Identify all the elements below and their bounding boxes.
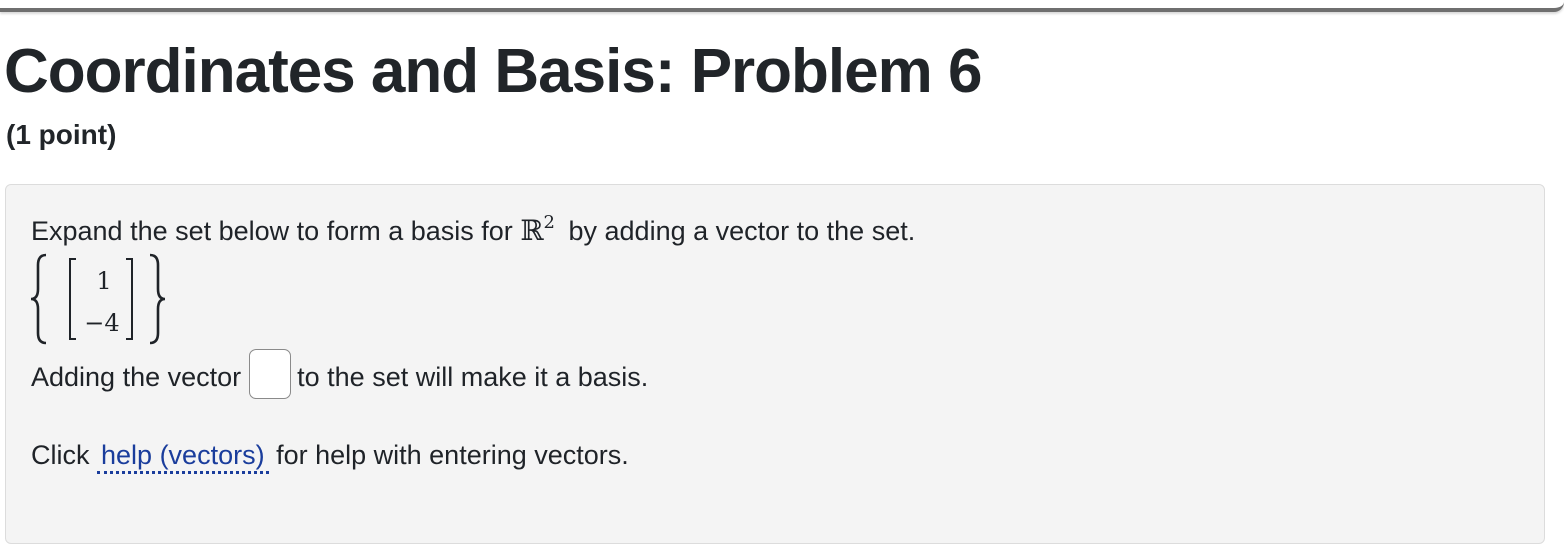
vector-entry-2: −4 [84, 309, 119, 337]
space-exponent: 2 [543, 212, 555, 233]
vector-answer-input[interactable] [249, 349, 292, 399]
statement-suffix: by adding a vector to the set. [561, 216, 916, 246]
statement-prefix: Expand the set below to form a basis for [31, 216, 521, 246]
answer-suffix: to the set will make it a basis. [297, 362, 649, 393]
vector-set: 1 −4 [30, 253, 166, 345]
space-symbol: ℝ [520, 214, 544, 247]
help-line: Click help (vectors) for help with enter… [31, 439, 629, 474]
right-matrix-bracket [126, 258, 133, 340]
problem-body: Expand the set below to form a basis for… [5, 184, 1545, 544]
left-set-brace [30, 253, 47, 345]
help-vectors-link[interactable]: help (vectors) [97, 440, 269, 474]
help-prefix: Click [31, 440, 90, 470]
page-title: Coordinates and Basis: Problem 6 [4, 37, 982, 106]
help-suffix: for help with entering vectors. [276, 440, 629, 470]
right-set-brace [149, 253, 166, 345]
answer-line: Adding the vector to the set will make it… [31, 349, 649, 399]
problem-statement: Expand the set below to form a basis for… [31, 212, 916, 251]
answer-prefix: Adding the vector [31, 362, 242, 393]
vector-entry-1: 1 [96, 267, 111, 295]
top-divider [0, 0, 1564, 12]
left-matrix-bracket [69, 258, 76, 340]
point-value: (1 point) [6, 119, 117, 150]
